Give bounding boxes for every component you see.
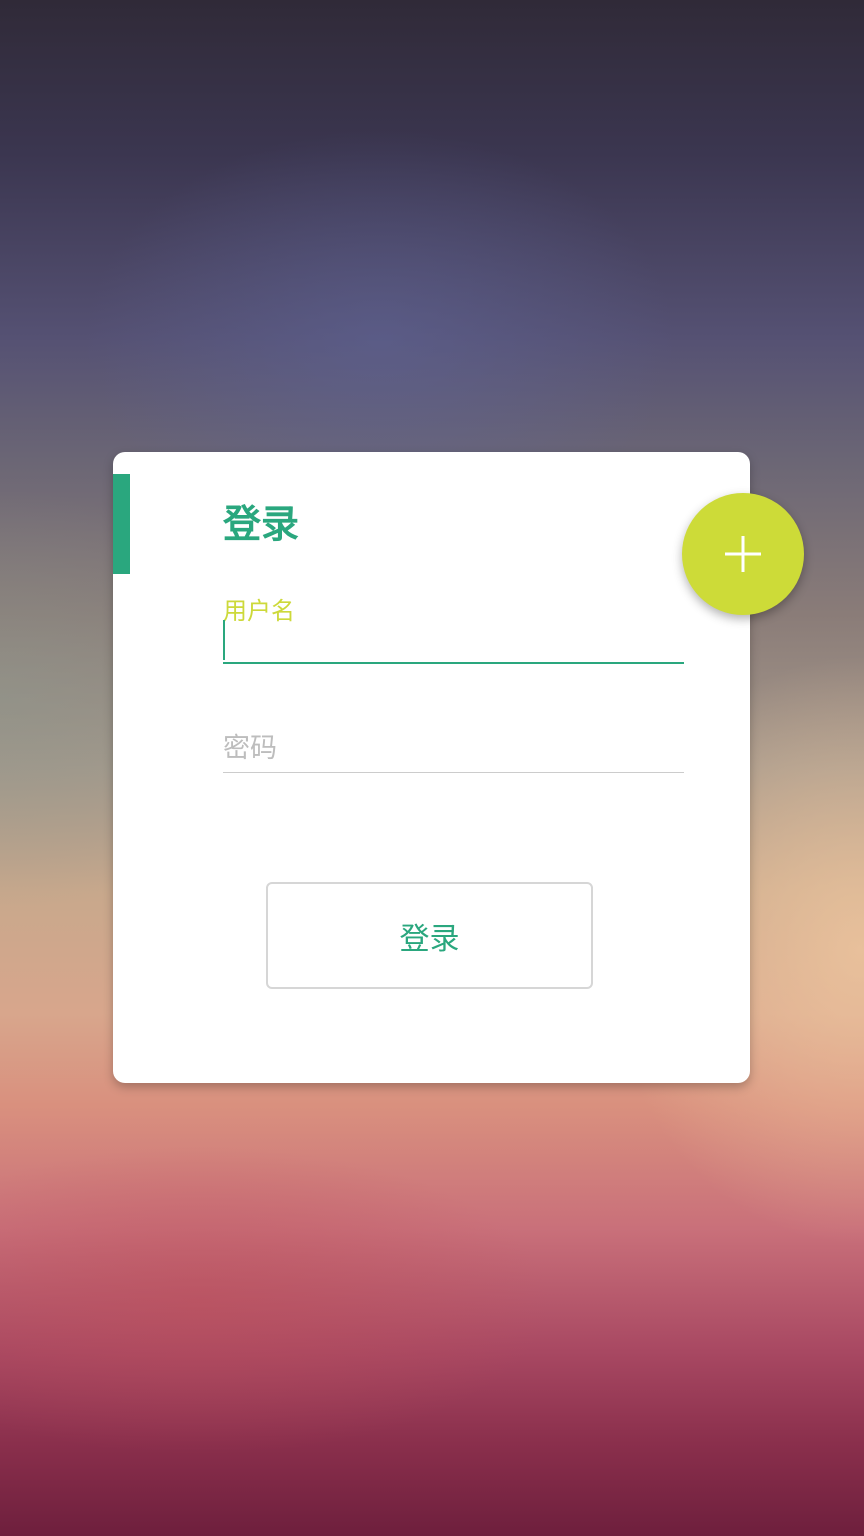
login-button[interactable]: 登录 bbox=[266, 882, 593, 989]
password-placeholder: 密码 bbox=[223, 733, 277, 764]
login-button-label: 登录 bbox=[399, 921, 460, 957]
text-caret bbox=[223, 620, 225, 660]
add-fab-button[interactable] bbox=[682, 493, 804, 615]
plus-icon bbox=[725, 536, 761, 572]
password-input[interactable]: 密码 bbox=[223, 726, 684, 773]
card-accent-bar bbox=[113, 474, 130, 574]
login-card: 登录 用户名 密码 登录 bbox=[113, 452, 750, 1083]
username-input[interactable] bbox=[223, 618, 684, 664]
login-title: 登录 bbox=[223, 502, 300, 546]
